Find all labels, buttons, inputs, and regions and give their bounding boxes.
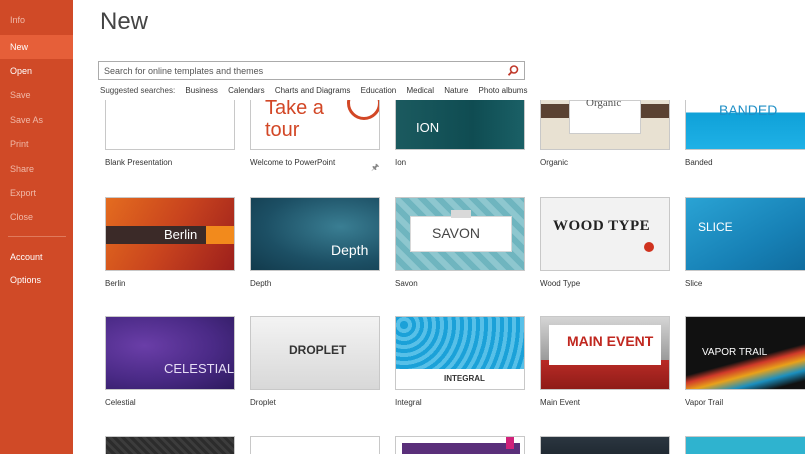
template-thumb-main-event[interactable]: MAIN EVENT xyxy=(540,316,670,390)
search-icon[interactable] xyxy=(506,64,520,78)
organic-card: Organic xyxy=(569,100,641,134)
template-thumb-welcome[interactable]: Take a tour xyxy=(250,100,380,150)
thumb-text-berlin: Berlin xyxy=(164,227,198,242)
template-thumb-ion[interactable]: ION xyxy=(395,100,525,150)
nav-print[interactable]: Print xyxy=(0,132,73,156)
template-thumb-row4-3[interactable] xyxy=(395,436,525,454)
template-label-banded[interactable]: Banded xyxy=(685,158,713,167)
template-thumb-blank-presentation[interactable] xyxy=(105,100,235,150)
suggested-link-business[interactable]: Business xyxy=(185,86,217,95)
template-search-box xyxy=(98,61,525,80)
nav-open[interactable]: Open xyxy=(0,59,73,83)
thumb-text-tour: tour xyxy=(265,119,300,141)
berlin-accent xyxy=(206,226,234,244)
thumb-text-wood-type: WOOD TYPE xyxy=(553,218,651,234)
nav-export[interactable]: Export xyxy=(0,181,73,205)
nav-options[interactable]: Options xyxy=(0,268,73,292)
suggested-link-charts-and-diagrams[interactable]: Charts and Diagrams xyxy=(275,86,351,95)
nav-save[interactable]: Save xyxy=(0,83,73,107)
template-thumb-vapor-trail[interactable]: VAPOR TRAIL xyxy=(685,316,805,390)
nav-divider xyxy=(8,236,66,237)
template-thumb-droplet[interactable]: DROPLET xyxy=(250,316,380,390)
wood-type-dot xyxy=(644,242,654,252)
thumb-text-main-event: MAIN EVENT xyxy=(567,333,654,349)
suggested-link-medical[interactable]: Medical xyxy=(406,86,434,95)
template-label-wood-type[interactable]: Wood Type xyxy=(540,279,580,288)
template-label-droplet[interactable]: Droplet xyxy=(250,398,276,407)
template-label-savon[interactable]: Savon xyxy=(395,279,418,288)
thumb-text-savon: SAVON xyxy=(432,225,480,241)
template-thumb-savon[interactable]: SAVON xyxy=(395,197,525,271)
nav-share[interactable]: Share xyxy=(0,157,73,181)
template-thumb-integral[interactable]: INTEGRAL xyxy=(395,316,525,390)
template-thumb-row4-1[interactable] xyxy=(105,436,235,454)
template-thumb-row4-2[interactable] xyxy=(250,436,380,454)
thumb-text-vapor-trail: VAPOR TRAIL xyxy=(702,347,768,358)
nav-new[interactable]: New xyxy=(0,35,73,59)
template-label-vapor-trail[interactable]: Vapor Trail xyxy=(685,398,723,407)
thumb-text-banded: BANDED xyxy=(719,102,778,118)
thumb-text-slice: SLICE xyxy=(698,220,733,234)
template-label-slice[interactable]: Slice xyxy=(685,279,702,288)
suggested-link-photo-albums[interactable]: Photo albums xyxy=(479,86,528,95)
template-label-ion[interactable]: Ion xyxy=(395,158,406,167)
template-label-blank-presentation[interactable]: Blank Presentation xyxy=(105,158,172,167)
template-search-input[interactable] xyxy=(99,62,499,79)
template-label-integral[interactable]: Integral xyxy=(395,398,422,407)
template-label-celestial[interactable]: Celestial xyxy=(105,398,136,407)
suggested-link-nature[interactable]: Nature xyxy=(444,86,468,95)
suggested-link-education[interactable]: Education xyxy=(361,86,397,95)
row4-3-band xyxy=(402,443,520,454)
nav-account[interactable]: Account xyxy=(0,245,73,269)
suggested-searches: Suggested searches: Business Calendars C… xyxy=(100,86,535,95)
template-thumb-banded[interactable]: BANDED xyxy=(685,100,805,150)
tour-arrow-icon xyxy=(347,100,379,120)
nav-close[interactable]: Close xyxy=(0,205,73,229)
template-label-main-event[interactable]: Main Event xyxy=(540,398,580,407)
suggested-link-calendars[interactable]: Calendars xyxy=(228,86,264,95)
suggested-searches-label: Suggested searches: xyxy=(100,86,176,95)
thumb-text-droplet: DROPLET xyxy=(289,343,347,357)
nav-save-as[interactable]: Save As xyxy=(0,108,73,132)
thumb-text-depth: Depth xyxy=(331,242,369,258)
template-thumb-row4-5[interactable] xyxy=(685,436,805,454)
nav-info[interactable]: Info xyxy=(0,8,73,32)
template-thumb-celestial[interactable]: CELESTIAL xyxy=(105,316,235,390)
template-label-depth[interactable]: Depth xyxy=(250,279,271,288)
template-label-welcome[interactable]: Welcome to PowerPoint xyxy=(250,158,335,167)
template-thumb-row4-4[interactable] xyxy=(540,436,670,454)
template-thumb-slice[interactable]: SLICE xyxy=(685,197,805,271)
thumb-text-ion: ION xyxy=(416,120,440,135)
thumb-text-celestial: CELESTIAL xyxy=(164,361,235,376)
template-thumb-depth[interactable]: Depth xyxy=(250,197,380,271)
backstage-sidebar: Info New Open Save Save As Print Share E… xyxy=(0,0,73,454)
row4-3-accent xyxy=(506,437,514,449)
template-thumb-organic[interactable]: Organic xyxy=(540,100,670,150)
page-title: New xyxy=(100,8,149,35)
template-label-berlin[interactable]: Berlin xyxy=(105,279,125,288)
backstage-view: Info New Open Save Save As Print Share E… xyxy=(0,0,805,454)
template-thumb-berlin[interactable]: Berlin xyxy=(105,197,235,271)
thumb-text-take-a: Take a xyxy=(265,100,324,119)
integral-pattern xyxy=(396,317,524,369)
savon-tab xyxy=(451,210,471,218)
template-thumb-wood-type[interactable]: WOOD TYPE xyxy=(540,197,670,271)
thumb-text-integral: INTEGRAL xyxy=(444,374,485,383)
template-label-organic[interactable]: Organic xyxy=(540,158,568,167)
pin-icon[interactable]: 🖈 xyxy=(371,160,379,176)
thumb-text-organic: Organic xyxy=(586,100,622,109)
